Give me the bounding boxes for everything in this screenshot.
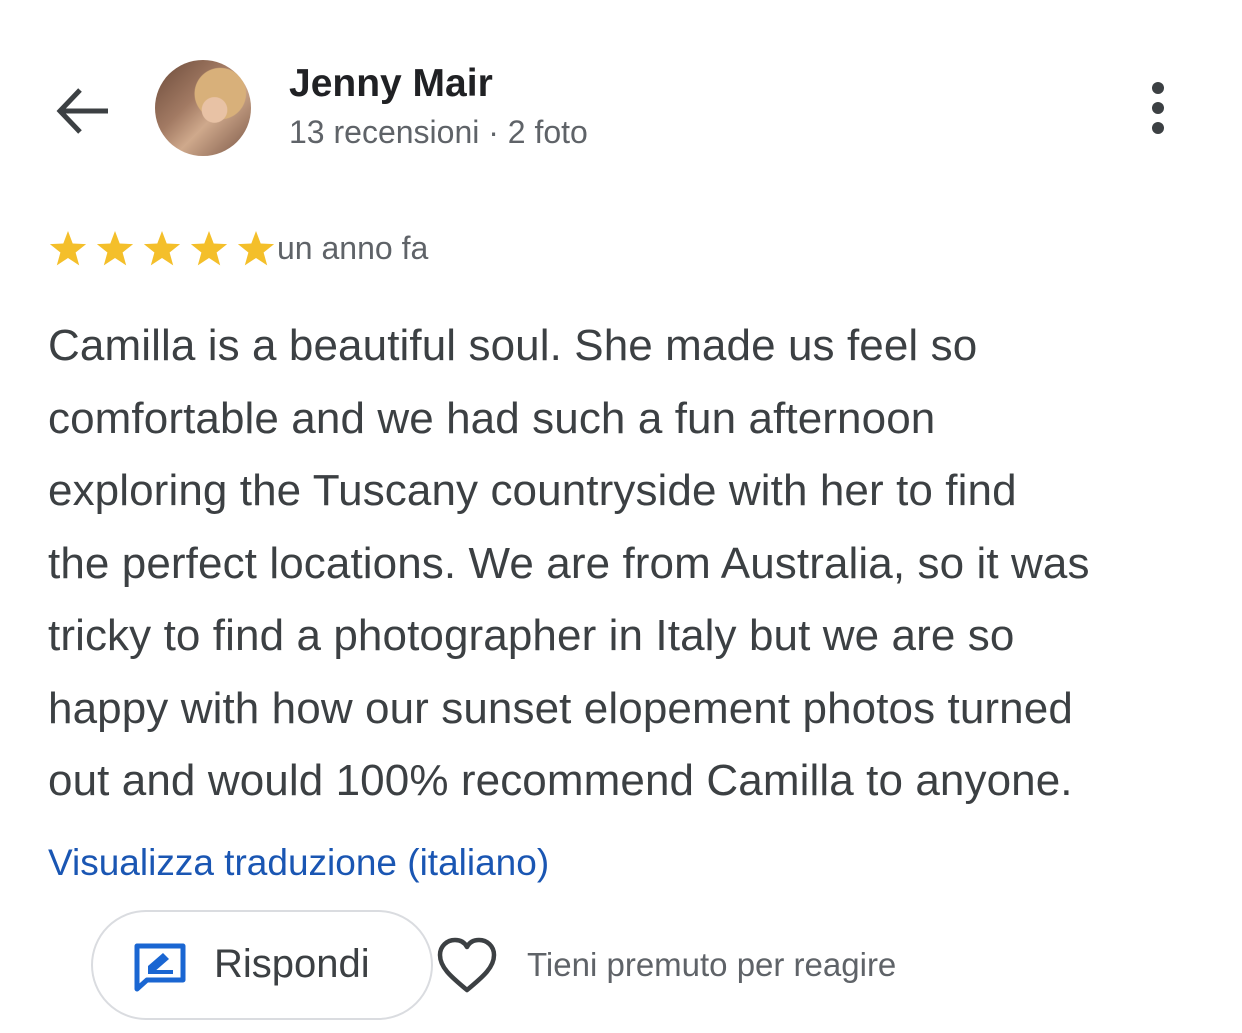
star-icon (143, 231, 181, 266)
review-text-line: tricky to find a photographer in Italy b… (48, 611, 1015, 660)
arrow-left-icon (56, 88, 108, 134)
review-text-line: comfortable and we had such a fun aftern… (48, 393, 936, 443)
star-icon (96, 231, 134, 266)
more-options-button[interactable] (1134, 76, 1182, 140)
reviewer-meta: 13 recensioni · 2 foto (289, 114, 588, 150)
review-text-line: exploring the Tuscany countryside with h… (48, 466, 1017, 515)
review-text-line: the perfect locations. We are from Austr… (48, 538, 1090, 588)
review-text: Camilla is a beautiful soul. She made us… (48, 310, 1208, 818)
reply-button[interactable]: Rispondi (91, 910, 433, 1020)
review-text-line: happy with how our sunset elopement phot… (48, 683, 1073, 733)
star-icon (190, 231, 228, 266)
reviewer-name[interactable]: Jenny Mair (289, 62, 493, 106)
star-icon (237, 231, 275, 266)
heart-outline-icon (437, 937, 497, 993)
review-text-line: Camilla is a beautiful soul. She made us… (48, 321, 978, 370)
react-hint: Tieni premuto per reagire (527, 946, 897, 983)
star-rating (48, 229, 283, 269)
review-text-line: out and would 100% recommend Camilla to … (48, 756, 1073, 805)
view-translation-link[interactable]: Visualizza traduzione (italiano) (48, 842, 549, 884)
review-time: un anno fa (277, 230, 429, 266)
react-heart-button[interactable] (436, 936, 498, 996)
stars-svg (49, 231, 275, 266)
star-icon (49, 231, 87, 266)
avatar[interactable] (155, 60, 251, 156)
reply-label: Rispondi (214, 942, 370, 986)
reply-edit-icon (134, 943, 186, 992)
more-vertical-icon (1152, 82, 1164, 134)
back-button[interactable] (52, 80, 114, 142)
